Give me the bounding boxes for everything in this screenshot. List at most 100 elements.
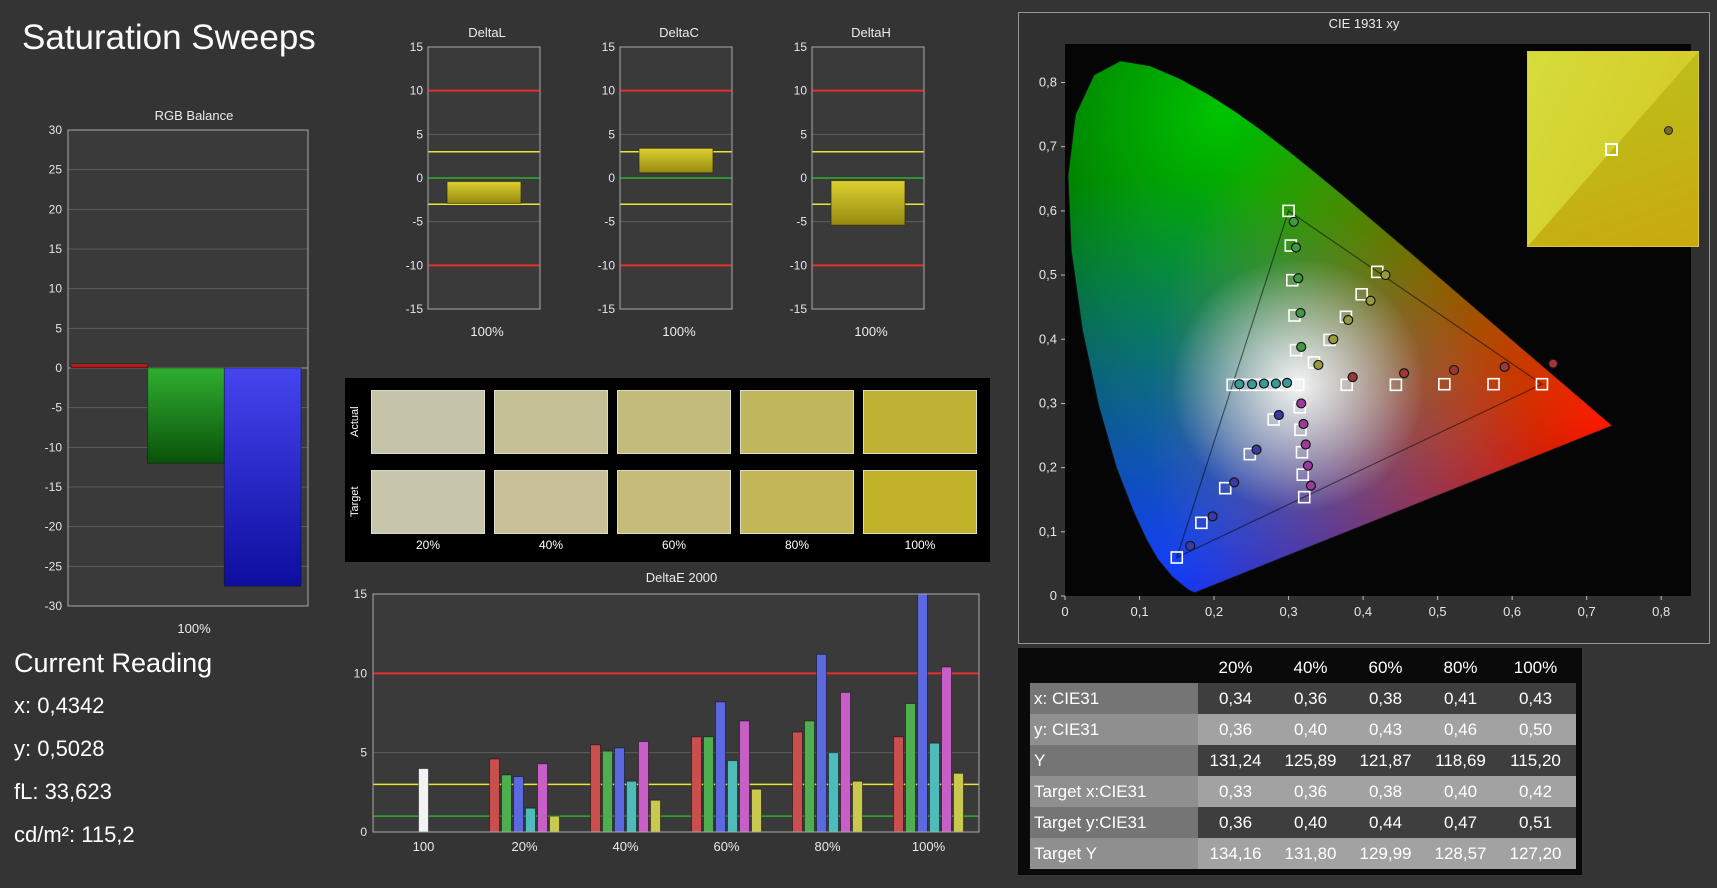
tick-label: 0,5 <box>1039 267 1057 282</box>
tick-label: 60% <box>713 839 739 854</box>
tick-label: -25 <box>45 559 63 573</box>
table-cell: 134,16 <box>1209 843 1262 863</box>
measured-point <box>1281 377 1293 389</box>
tick-label: -5 <box>51 401 62 415</box>
deltae2000-title: DeltaE 2000 <box>645 570 718 585</box>
swatch-actual-100% <box>863 390 977 454</box>
table-cell: 0,36 <box>1293 688 1328 708</box>
reading-y: y: 0,5028 <box>14 736 105 761</box>
swatch-column-label: 20% <box>415 538 441 552</box>
table-header-row: 20% 40% 60% 80% 100% <box>1030 652 1576 683</box>
delta-range-bar <box>830 180 906 226</box>
tick-label: 30 <box>49 124 63 137</box>
swatch-column-label: 100% <box>904 538 936 552</box>
swatch-column-label: 80% <box>784 538 810 552</box>
tick-label: 0,1 <box>1130 604 1148 619</box>
deltae-bar <box>691 736 702 833</box>
page-title: Saturation Sweeps <box>22 18 316 57</box>
table-cell: 0,33 <box>1218 781 1253 801</box>
table-header-cell <box>1030 652 1198 683</box>
deltae-bar <box>739 720 750 833</box>
deltae-bar <box>501 774 512 833</box>
tick-label: 15 <box>49 242 63 256</box>
measured-point <box>1302 460 1314 471</box>
table-cell: 0,36 <box>1218 719 1253 739</box>
tick-label: 20% <box>511 839 537 854</box>
table-header-cell: 40% <box>1293 657 1328 677</box>
deltae-bar <box>893 736 904 833</box>
color-swatch-panel: Actual Target 20% 40% 60% 80% 100% <box>345 378 990 562</box>
measured-point <box>1234 379 1245 390</box>
tick-label: 0 <box>55 361 62 375</box>
swatch-target-40% <box>494 470 608 534</box>
tick-label: -15 <box>45 480 63 494</box>
measured-point <box>1251 444 1262 455</box>
table-cell: 0,41 <box>1443 688 1478 708</box>
tick-label: -5 <box>796 215 807 229</box>
table-row-label: Target x:CIE31 <box>1030 776 1198 807</box>
table-cell: 0,43 <box>1518 688 1553 708</box>
table-cell: 0,40 <box>1443 781 1478 801</box>
tick-label: 40% <box>612 839 638 854</box>
tick-label: 0,1 <box>1039 524 1057 539</box>
delta-l-panel: DeltaL -15 -10 -5 0 5 10 15 100% <box>398 25 548 340</box>
deltae-bar <box>602 750 613 833</box>
tick-label: -10 <box>790 258 808 272</box>
table-cell: 127,20 <box>1509 843 1562 863</box>
tick-label: 10 <box>794 84 808 98</box>
table-row: Target x:CIE31 0,33 0,36 0,38 0,40 0,42 <box>1030 776 1576 807</box>
tick-label: 0,8 <box>1039 75 1057 90</box>
table-row-label: Target y:CIE31 <box>1030 807 1198 838</box>
deltae2000-plot: 0 5 10 15 100 20% 40% 60% 80% 100% <box>354 587 980 854</box>
tick-label: 0,6 <box>1039 203 1057 218</box>
deltae-bar <box>929 742 940 833</box>
table-cell: 0,34 <box>1218 688 1253 708</box>
delta-c-plot: -15 -10 -5 0 5 10 15 <box>598 40 733 316</box>
tick-label: -30 <box>45 599 63 613</box>
tick-label: 0,7 <box>1039 139 1057 154</box>
cie-zoom-inset <box>1527 51 1699 247</box>
tick-label: 0,4 <box>1354 604 1372 619</box>
table-cell: 115,20 <box>1510 750 1561 770</box>
tick-label: 20 <box>49 202 63 216</box>
deltae-bar <box>840 691 851 833</box>
table-row: Target Y 134,16 131,80 129,99 128,57 127,20 <box>1030 838 1576 869</box>
rgb-balance-xlabel: 100% <box>177 621 211 636</box>
current-reading-section: Current Reading x: 0,4342 y: 0,5028 fL: … <box>14 648 212 865</box>
tick-label: 0 <box>416 171 423 185</box>
swatch-target-60% <box>617 470 731 534</box>
swatch-row-label-actual: Actual <box>349 406 361 438</box>
inset-target-square <box>1604 143 1618 157</box>
table-row: x: CIE31 0,34 0,36 0,38 0,41 0,43 <box>1030 683 1576 714</box>
measured-point <box>1347 372 1358 383</box>
blue-bar <box>223 367 302 587</box>
delta-h-title: DeltaH <box>851 25 891 40</box>
tick-label: 0,3 <box>1280 604 1298 619</box>
current-reading-title: Current Reading <box>14 648 213 678</box>
tick-label: 0,6 <box>1503 604 1521 619</box>
tick-label: -15 <box>790 302 808 316</box>
table-cell: 0,36 <box>1218 812 1253 832</box>
table-cell: 0,46 <box>1443 719 1478 739</box>
table-cell: 0,43 <box>1368 719 1403 739</box>
delta-l-xlabel: 100% <box>470 324 504 339</box>
measured-point <box>1398 368 1410 379</box>
measured-point <box>1499 361 1510 372</box>
swatch-target-80% <box>740 470 854 534</box>
tick-label: 100% <box>912 839 946 854</box>
tick-label: 0 <box>1061 604 1068 619</box>
tick-label: 5 <box>800 127 807 141</box>
table-header-cell: 100% <box>1513 657 1558 677</box>
tick-label: 5 <box>55 321 62 335</box>
tick-label: 10 <box>354 666 368 680</box>
table-cell: 0,38 <box>1368 688 1403 708</box>
measured-point <box>1548 358 1559 369</box>
deltae-bar <box>703 736 714 833</box>
measured-point <box>1288 216 1299 227</box>
tick-label: 100 <box>413 839 435 854</box>
measured-point <box>1246 379 1258 390</box>
tick-label: -10 <box>406 258 424 272</box>
table-header-cell: 60% <box>1368 657 1403 677</box>
table-row: Y 131,24 125,89 121,87 118,69 115,20 <box>1030 745 1576 776</box>
tick-label: 0,7 <box>1578 604 1596 619</box>
